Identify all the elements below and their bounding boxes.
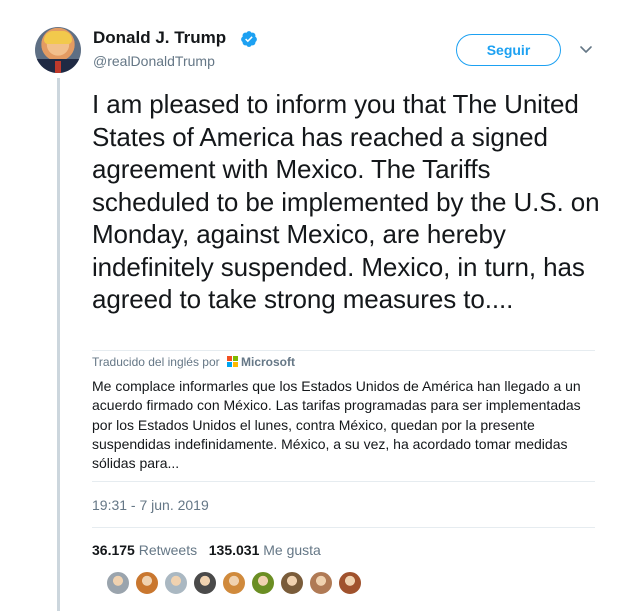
tweet-stats: 36.175 Retweets 135.031 Me gusta <box>92 542 321 558</box>
liker-avatar[interactable] <box>338 571 362 595</box>
divider <box>92 527 595 528</box>
follow-button[interactable]: Seguir <box>456 34 561 66</box>
divider <box>92 481 595 482</box>
liker-avatar[interactable] <box>280 571 304 595</box>
thread-line <box>57 78 60 611</box>
likes-count[interactable]: 135.031 <box>209 542 260 558</box>
avatar[interactable] <box>35 27 81 73</box>
translated-by-label: Traducido del inglés por <box>92 355 220 369</box>
retweets-label[interactable]: Retweets <box>139 542 197 558</box>
tweet-text: I am pleased to inform you that The Unit… <box>92 89 600 314</box>
tweet-timestamp[interactable]: 19:31 - 7 jun. 2019 <box>92 497 209 513</box>
liker-avatar[interactable] <box>106 571 130 595</box>
verified-badge-icon <box>241 31 257 47</box>
author-name[interactable]: Donald J. Trump <box>93 28 226 48</box>
translated-text: Me complace informarles que los Estados … <box>92 378 581 472</box>
likes-label[interactable]: Me gusta <box>263 542 321 558</box>
divider <box>92 350 595 351</box>
microsoft-logo-icon[interactable] <box>227 356 238 367</box>
liker-avatar[interactable] <box>222 571 246 595</box>
liker-avatar[interactable] <box>309 571 333 595</box>
liker-avatar[interactable] <box>251 571 275 595</box>
liker-avatar[interactable] <box>164 571 188 595</box>
liker-avatar[interactable] <box>135 571 159 595</box>
avatar-hair <box>44 31 72 44</box>
author-handle[interactable]: @realDonaldTrump <box>93 53 215 69</box>
translation-provider[interactable]: Microsoft <box>241 355 295 369</box>
retweets-count[interactable]: 36.175 <box>92 542 135 558</box>
avatar-tie <box>55 61 61 73</box>
chevron-down-icon[interactable] <box>578 43 594 57</box>
liker-avatar[interactable] <box>193 571 217 595</box>
